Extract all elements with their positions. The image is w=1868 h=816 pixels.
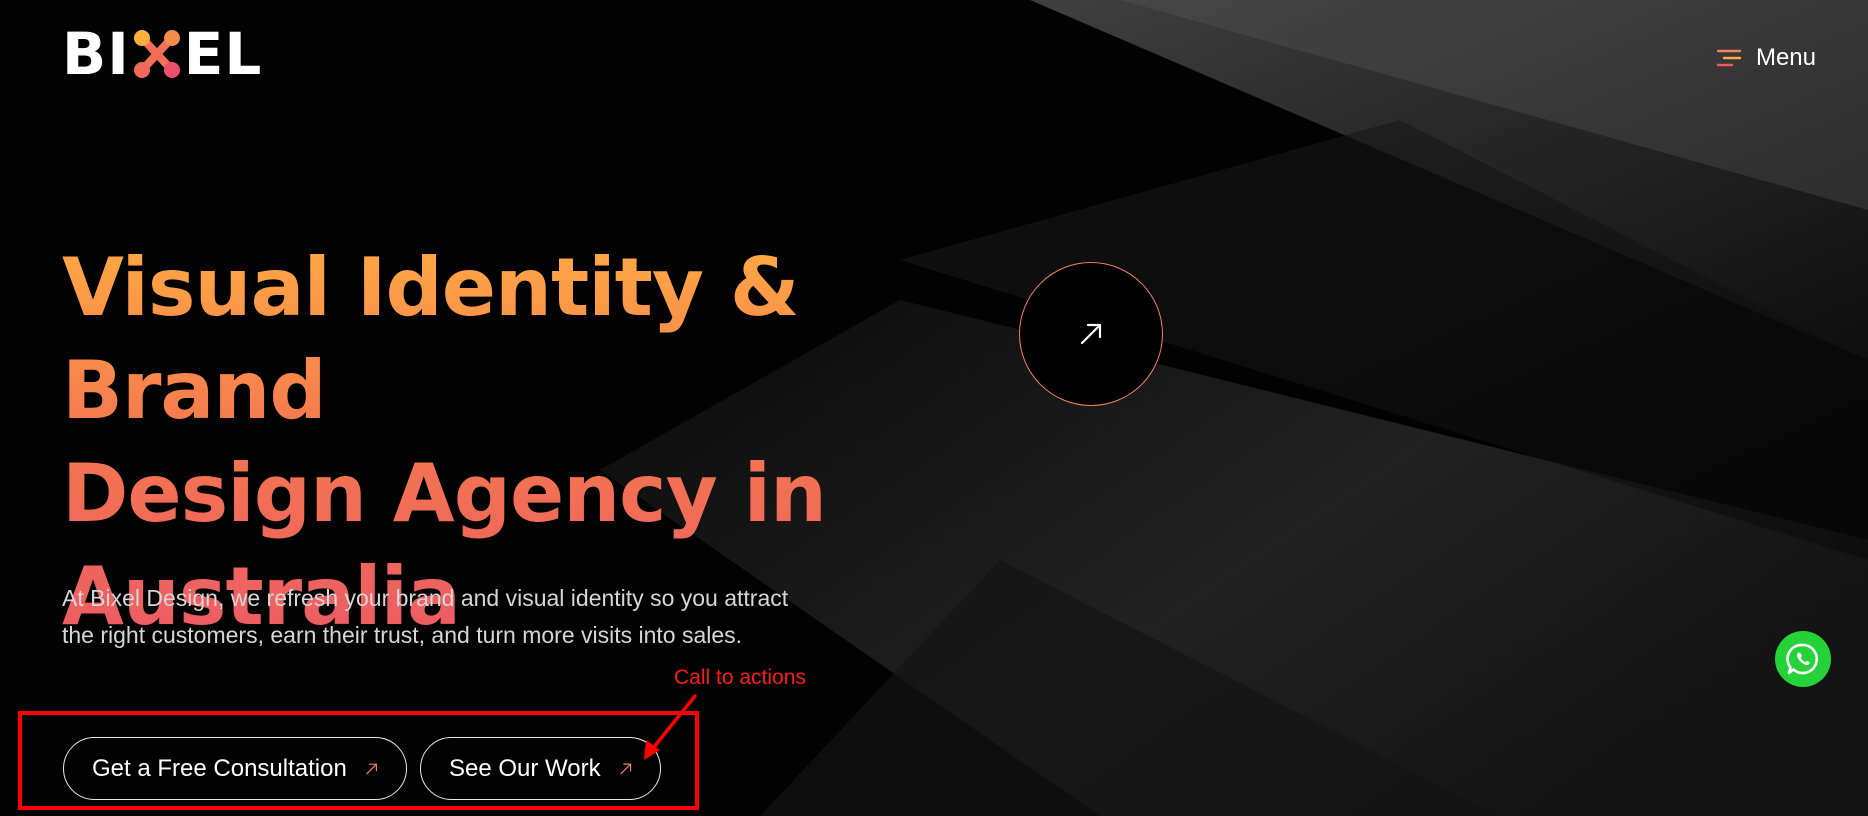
arrow-up-right-icon bbox=[1080, 323, 1102, 345]
logo-text-left: BI bbox=[62, 20, 130, 88]
hero-description: At Bixel Design, we refresh your brand a… bbox=[62, 585, 789, 648]
hero-circle-button[interactable] bbox=[1019, 262, 1163, 406]
hero-title-line-2: Design Agency in bbox=[62, 447, 826, 540]
menu-label: Menu bbox=[1755, 44, 1816, 71]
logo-text-right: EL bbox=[183, 20, 263, 88]
annotation-arrow-icon bbox=[644, 694, 697, 760]
hamburger-icon bbox=[1716, 49, 1742, 67]
annotation-label: Call to actions bbox=[674, 666, 806, 689]
logo[interactable]: BI EL bbox=[62, 20, 263, 88]
whatsapp-icon bbox=[1786, 643, 1819, 675]
logo-x-mark-icon bbox=[133, 30, 180, 78]
hero-title-line-1: Visual Identity & Brand bbox=[62, 241, 799, 437]
annotation-highlight-box bbox=[18, 711, 699, 810]
menu-button[interactable]: Menu bbox=[1716, 44, 1816, 72]
whatsapp-button[interactable] bbox=[1775, 631, 1831, 687]
